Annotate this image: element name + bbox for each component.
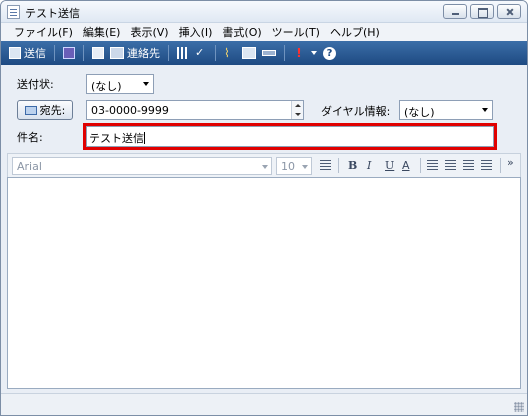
font-name-value: Arial [17,160,42,173]
grid-icon[interactable] [177,47,189,59]
address-book-icon [110,47,124,59]
contacts-label: 連絡先 [127,47,160,60]
format-separator [500,158,501,173]
dial-info-label: ダイヤル情報: [321,105,391,118]
message-body-editor[interactable] [7,177,521,389]
dial-info-select[interactable]: (なし) [399,100,493,120]
menu-edit[interactable]: 編集(E) [78,24,126,40]
contacts-button[interactable]: 連絡先 [110,45,160,61]
format-separator [420,158,421,173]
to-button-label: 宛先: [39,104,66,117]
minimize-button[interactable] [443,4,467,19]
menu-help[interactable]: ヘルプ(H) [325,24,385,40]
format-toolbar: Arial 10 B I U A » [7,153,521,177]
increase-indent-icon[interactable] [481,160,492,171]
cover-page-value: (なし) [91,80,122,93]
underline-button[interactable]: U [385,159,394,172]
menu-format[interactable]: 書式(O) [217,24,266,40]
address-card-icon [24,105,37,115]
toolbar-separator [168,45,169,61]
font-name-select[interactable]: Arial [12,157,272,175]
spinner-icon[interactable] [291,101,303,119]
chevron-down-icon [262,165,268,169]
font-size-value: 10 [281,160,295,173]
send-label: 送信 [24,47,46,60]
text-cursor [144,132,145,144]
menu-bar: ファイル(F) 編集(E) 表示(V) 挿入(I) 書式(O) ツール(T) ヘ… [1,23,527,41]
chevron-down-icon[interactable] [311,51,317,55]
cover-page-label: 送付状: [17,78,54,91]
decrease-indent-icon[interactable] [463,160,474,171]
print-icon[interactable] [92,47,104,59]
menu-view[interactable]: 表示(V) [125,24,173,40]
toolbar-separator [83,45,84,61]
cover-page-select[interactable]: (なし) [86,74,154,94]
signature-icon[interactable] [262,50,276,56]
insert-card-icon[interactable] [242,47,256,59]
menu-tools[interactable]: ツール(T) [267,24,325,40]
format-separator [338,158,339,173]
chevron-down-icon [482,108,488,112]
more-options-icon[interactable]: » [507,156,514,169]
attach-icon[interactable]: ⌇ [224,47,236,59]
window-title: テスト送信 [25,7,80,20]
subject-label: 件名: [17,131,43,144]
resize-grip-icon[interactable] [514,402,524,412]
dial-info-value: (なし) [404,106,435,119]
check-names-icon[interactable]: ✓ [195,47,207,59]
main-toolbar: 送信 連絡先 ✓ ⌇ ! ? [1,41,527,65]
font-size-select[interactable]: 10 [276,157,312,175]
chevron-down-icon [302,165,308,169]
toolbar-separator [215,45,216,61]
chevron-down-icon [143,82,149,86]
toolbar-separator [284,45,285,61]
subject-text: テスト送信 [89,132,144,145]
italic-button[interactable]: I [367,159,371,172]
to-button[interactable]: 宛先: [17,100,73,120]
title-bar[interactable]: テスト送信 [1,1,527,23]
toolbar-separator [54,45,55,61]
numbered-list-icon[interactable] [427,160,438,171]
send-button[interactable]: 送信 [9,45,46,61]
to-number-field[interactable]: 03-0000-9999 [86,100,304,120]
fax-compose-window: テスト送信 ファイル(F) 編集(E) 表示(V) 挿入(I) 書式(O) ツー… [0,0,528,416]
priority-icon[interactable]: ! [293,47,305,59]
bullet-list-icon[interactable] [445,160,456,171]
window-controls [443,4,521,19]
status-bar [1,393,527,415]
document-icon [7,5,20,19]
save-icon[interactable] [63,47,75,59]
paragraph-style-icon[interactable] [320,160,331,171]
maximize-button[interactable] [470,4,494,19]
subject-field[interactable]: テスト送信 [86,126,494,147]
menu-insert[interactable]: 挿入(I) [174,24,218,40]
font-color-button[interactable]: A [402,159,410,172]
close-button[interactable] [497,4,521,19]
bold-button[interactable]: B [348,159,357,172]
help-icon[interactable]: ? [323,46,336,60]
to-number-value: 03-0000-9999 [91,104,169,117]
send-icon [9,47,21,59]
menu-file[interactable]: ファイル(F) [9,24,78,40]
